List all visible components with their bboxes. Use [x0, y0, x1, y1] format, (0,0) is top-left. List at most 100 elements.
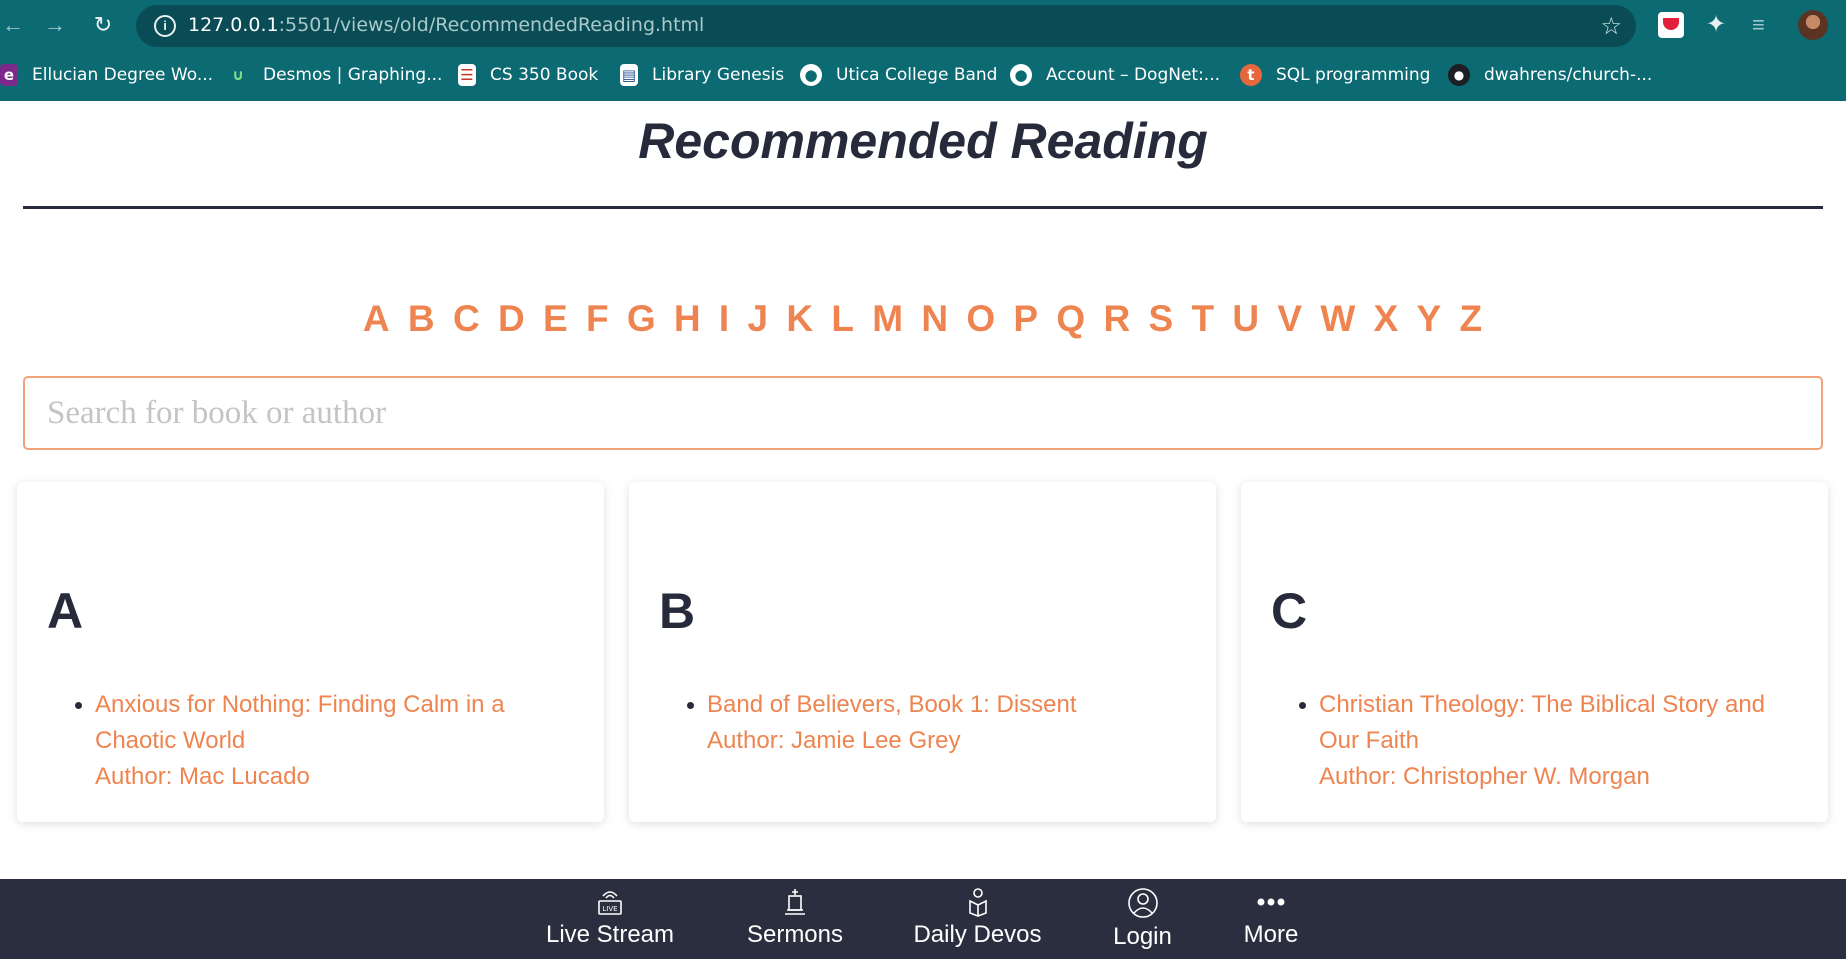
letter-link-i[interactable]: I [719, 298, 730, 339]
url-host: 127.0.0.1 [188, 14, 279, 36]
more-dots-icon [1257, 898, 1285, 906]
bottom-nav-bar: LIVE Live Stream Sermons Daily Devos Log… [0, 879, 1846, 959]
book-list: Anxious for Nothing: Finding Calm in a C… [75, 687, 565, 795]
letter-link-k[interactable]: K [786, 298, 814, 339]
bookmark-label: Utica College Band [836, 65, 998, 85]
book-title-link[interactable]: Anxious for Nothing: Finding Calm in a C… [95, 687, 565, 759]
book-author: Author: Mac Lucado [95, 763, 310, 790]
letter-link-p[interactable]: P [1013, 298, 1039, 339]
nav-sermons[interactable]: Sermons [740, 887, 850, 957]
url-path: :5501/views/old/RecommendedReading.html [278, 14, 705, 36]
back-arrow-icon[interactable]: ← [0, 12, 26, 38]
card-letter-heading: C [1271, 583, 1308, 639]
bookmark-ellucian[interactable]: e Ellucian Degree Wo... [0, 62, 213, 88]
site-info-icon[interactable]: i [154, 15, 176, 37]
address-url[interactable]: 127.0.0.1:5501/views/old/RecommendedRead… [188, 14, 704, 36]
letter-link-a[interactable]: A [363, 298, 391, 339]
card-letter-heading: B [659, 583, 696, 639]
svg-text:LIVE: LIVE [602, 905, 617, 913]
desmos-icon: ∪ [231, 66, 245, 84]
letter-link-s[interactable]: S [1148, 298, 1174, 339]
letter-link-u[interactable]: U [1232, 298, 1260, 339]
bookmark-github[interactable]: ● dwahrens/church-... [1448, 62, 1652, 88]
bookmark-dognet[interactable]: ● Account – DogNet:... [1010, 62, 1220, 88]
book-title-link[interactable]: Christian Theology: The Biblical Story a… [1319, 687, 1789, 759]
bookmark-sql[interactable]: t SQL programming [1240, 62, 1430, 88]
document-icon: ☰ [458, 64, 476, 86]
book-item: Anxious for Nothing: Finding Calm in a C… [75, 687, 565, 795]
bookmark-star-icon[interactable]: ☆ [1600, 12, 1622, 41]
letter-link-y[interactable]: Y [1417, 298, 1443, 339]
letter-link-h[interactable]: H [674, 298, 702, 339]
address-bar[interactable]: i 127.0.0.1:5501/views/old/RecommendedRe… [136, 5, 1636, 47]
letter-card-b: B Band of Believers, Book 1: Dissent Aut… [629, 482, 1216, 822]
profile-avatar[interactable] [1798, 10, 1828, 40]
book-title-link[interactable]: Band of Believers, Book 1: Dissent [707, 687, 1177, 723]
letter-link-n[interactable]: N [921, 298, 949, 339]
bookmark-label: dwahrens/church-... [1484, 65, 1653, 85]
browser-toolbar: ← → ↻ i 127.0.0.1:5501/views/old/Recomme… [0, 0, 1846, 50]
letter-card-a: A Anxious for Nothing: Finding Calm in a… [17, 482, 604, 822]
bookmark-label: Library Genesis [652, 65, 785, 85]
nav-label: Sermons [746, 921, 844, 948]
bookmark-label: CS 350 Book [490, 65, 599, 85]
letter-link-m[interactable]: M [872, 298, 904, 339]
nav-label: More [1243, 921, 1299, 948]
bookmark-utica-band[interactable]: ● Utica College Band [800, 62, 997, 88]
letter-link-q[interactable]: Q [1056, 298, 1086, 339]
letter-link-j[interactable]: J [747, 298, 769, 339]
reload-icon[interactable]: ↻ [90, 12, 116, 38]
bookmark-label: Ellucian Degree Wo... [32, 65, 214, 85]
book-author: Author: Christopher W. Morgan [1319, 763, 1650, 790]
globe-icon: ● [1010, 64, 1032, 86]
letter-link-d[interactable]: D [498, 298, 526, 339]
letter-link-w[interactable]: W [1320, 298, 1356, 339]
bookmark-cs350[interactable]: ☰ CS 350 Book [458, 62, 598, 88]
user-circle-icon [1127, 888, 1158, 918]
letter-link-x[interactable]: X [1374, 298, 1400, 339]
letter-link-c[interactable]: C [453, 298, 481, 339]
bookmark-label: Desmos | Graphing... [263, 65, 443, 85]
tutorialspoint-icon: t [1240, 64, 1262, 86]
letter-link-v[interactable]: V [1277, 298, 1303, 339]
pulpit-icon [785, 889, 805, 915]
bookmark-label: SQL programming [1276, 65, 1431, 85]
search-input[interactable] [23, 376, 1823, 450]
nav-label: Login [1113, 923, 1172, 950]
nav-more[interactable]: More [1238, 887, 1304, 957]
letter-card-c: C Christian Theology: The Biblical Story… [1241, 482, 1828, 822]
reading-person-icon [968, 888, 987, 917]
card-letter-heading: A [47, 583, 84, 639]
forward-arrow-icon[interactable]: → [42, 12, 68, 38]
library-icon: ▤ [620, 64, 638, 86]
extensions-puzzle-icon[interactable]: ✦ [1706, 12, 1732, 38]
book-list: Band of Believers, Book 1: Dissent Autho… [687, 687, 1177, 759]
letter-link-b[interactable]: B [408, 298, 436, 339]
globe-icon: ● [800, 64, 822, 86]
letter-link-f[interactable]: F [586, 298, 610, 339]
nav-login[interactable]: Login [1105, 887, 1180, 957]
nav-daily-devos[interactable]: Daily Devos [910, 887, 1045, 957]
letter-link-t[interactable]: T [1191, 298, 1215, 339]
title-divider [23, 206, 1823, 209]
pocket-extension-icon[interactable] [1658, 12, 1684, 38]
book-item: Band of Believers, Book 1: Dissent Autho… [687, 687, 1177, 759]
letter-link-e[interactable]: E [543, 298, 569, 339]
browser-chrome: ← → ↻ i 127.0.0.1:5501/views/old/Recomme… [0, 0, 1846, 101]
letter-link-r[interactable]: R [1103, 298, 1131, 339]
letter-link-l[interactable]: L [831, 298, 855, 339]
bookmark-label: Account – DogNet:... [1046, 65, 1221, 85]
github-icon: ● [1448, 64, 1470, 86]
nav-live-stream[interactable]: LIVE Live Stream [545, 887, 675, 957]
media-control-icon[interactable]: ≡ [1752, 12, 1778, 38]
book-list: Christian Theology: The Biblical Story a… [1299, 687, 1789, 795]
nav-label: Live Stream [545, 921, 675, 948]
alphabet-nav: A B C D E F G H I J K L M N O P Q R S T … [0, 298, 1846, 340]
bookmark-libgen[interactable]: ▤ Library Genesis [620, 62, 784, 88]
bookmarks-bar: e Ellucian Degree Wo... ∪ Desmos | Graph… [0, 50, 1846, 101]
letter-link-g[interactable]: G [627, 298, 657, 339]
letter-link-o[interactable]: O [966, 298, 996, 339]
page-title: Recommended Reading [638, 113, 1208, 169]
bookmark-desmos[interactable]: ∪ Desmos | Graphing... [227, 62, 443, 88]
letter-link-z[interactable]: Z [1459, 298, 1483, 339]
